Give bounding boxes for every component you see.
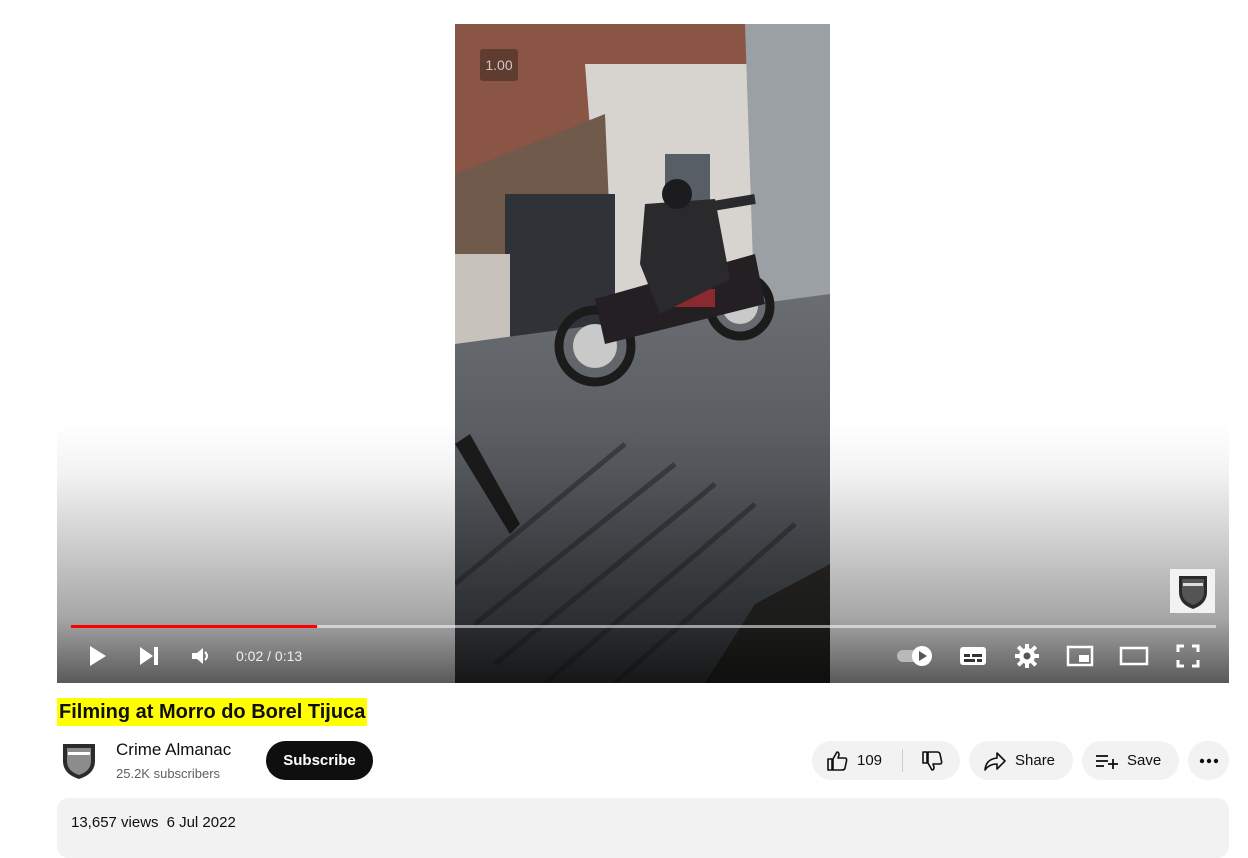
playback-speed-overlay: 1.00 xyxy=(480,49,518,81)
share-arrow-icon xyxy=(984,751,1006,771)
video-player[interactable]: 1.00 0:02 / 0:13 xyxy=(57,24,1229,683)
time-total: 0:13 xyxy=(274,648,303,664)
thumbs-up-icon xyxy=(827,750,848,771)
save-button[interactable]: Save xyxy=(1082,741,1179,780)
like-dislike-group: 109 xyxy=(812,741,960,780)
play-button[interactable] xyxy=(79,636,115,676)
next-button[interactable] xyxy=(131,636,167,676)
volume-icon xyxy=(192,648,208,664)
view-count: 13,657 views xyxy=(71,814,159,831)
play-icon xyxy=(90,646,106,666)
gear-icon xyxy=(1015,644,1039,668)
dislike-button[interactable] xyxy=(903,741,960,780)
player-controls: 0:02 / 0:13 xyxy=(57,636,1229,676)
save-label: Save xyxy=(1127,752,1162,769)
watermark-shield-icon xyxy=(1178,576,1207,609)
theater-mode-icon xyxy=(1119,646,1149,666)
miniplayer-button[interactable] xyxy=(1061,636,1099,676)
settings-button[interactable] xyxy=(1008,636,1046,676)
mute-button[interactable] xyxy=(183,636,219,676)
fullscreen-icon xyxy=(1176,644,1200,668)
channel-watermark[interactable] xyxy=(1170,569,1215,613)
subtitles-icon xyxy=(960,647,986,665)
autoplay-toggle[interactable] xyxy=(892,636,938,676)
upload-date: 6 Jul 2022 xyxy=(166,814,236,831)
more-actions-button[interactable] xyxy=(1188,741,1229,780)
more-horizontal-icon xyxy=(1199,758,1218,763)
description-box[interactable]: 13,657 views 6 Jul 2022 xyxy=(57,798,1229,858)
theater-mode-button[interactable] xyxy=(1115,636,1153,676)
channel-avatar[interactable] xyxy=(58,739,100,781)
autoplay-toggle-icon xyxy=(897,646,932,666)
channel-logo-shield-icon xyxy=(63,744,95,779)
subscriber-count: 25.2K subscribers xyxy=(116,766,221,781)
progress-bar[interactable] xyxy=(71,625,1216,628)
miniplayer-icon xyxy=(1066,645,1094,667)
fullscreen-button[interactable] xyxy=(1169,636,1207,676)
share-label: Share xyxy=(1015,752,1056,769)
like-button[interactable]: 109 xyxy=(812,741,902,780)
video-title: Filming at Morro do Borel Tijuca xyxy=(57,698,368,726)
time-separator: / xyxy=(263,648,275,664)
subscribe-button[interactable]: Subscribe xyxy=(266,741,373,780)
share-button[interactable]: Share xyxy=(969,741,1073,780)
subtitles-button[interactable] xyxy=(954,636,992,676)
video-title-container: Filming at Morro do Borel Tijuca xyxy=(57,698,368,726)
progress-played xyxy=(71,625,318,628)
add-to-playlist-icon xyxy=(1096,754,1118,769)
like-count: 109 xyxy=(857,752,883,769)
skip-next-icon xyxy=(140,647,158,665)
channel-name[interactable]: Crime Almanac xyxy=(116,740,231,760)
time-display: 0:02 / 0:13 xyxy=(236,636,302,676)
time-current: 0:02 xyxy=(236,648,264,664)
thumbs-down-icon xyxy=(921,750,942,771)
description-meta: 13,657 views 6 Jul 2022 xyxy=(71,814,244,831)
